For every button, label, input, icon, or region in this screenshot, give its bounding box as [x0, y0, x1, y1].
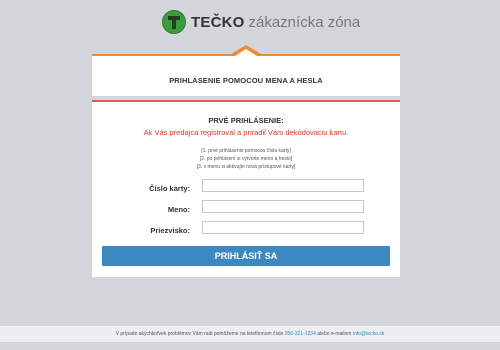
step-item: [2. po prihlásení si vytvorte meno a hes… — [199, 156, 293, 162]
logo-icon — [162, 10, 186, 34]
login-title-card: PRIHLÁSENIE POMOCOU MENA A HESLA — [92, 45, 400, 96]
login-form-card: PRVÉ PRIHLÁSENIE: Ak Vás predajca regist… — [92, 100, 400, 277]
last-name-label: Priezvisko: — [150, 226, 190, 235]
logo: TEČKO zákaznícka zóna — [162, 9, 360, 35]
login-button[interactable]: PRIHLÁSIŤ SA — [102, 246, 390, 266]
footer-text: V prípade akýchkoľvek problémov Vám radi… — [115, 331, 284, 337]
first-login-heading: PRVÉ PRIHLÁSENIE: — [208, 116, 284, 125]
brand-name: TEČKO — [191, 13, 245, 31]
footer-text-middle: alebo e-mailom — [317, 331, 352, 337]
footer-email-link[interactable]: info@tecko.sk — [353, 331, 384, 337]
login-steps: [1. prvé prihlásenie pomocou čísla karty… — [92, 147, 400, 171]
card-number-label: Číslo karty: — [149, 184, 190, 193]
footer: V prípade akýchkoľvek problémov Vám radi… — [0, 326, 500, 342]
step-item: [1. prvé prihlásenie pomocou čísla karty… — [201, 148, 291, 154]
footer-phone-link[interactable]: 056-321-1234 — [285, 331, 316, 337]
login-title: PRIHLÁSENIE POMOCOU MENA A HESLA — [169, 76, 323, 85]
first-login-message: Ak Vás predajca registroval a priradil V… — [143, 128, 349, 137]
card-number-input[interactable] — [202, 179, 364, 192]
step-item: [3. v menu si aktivujte nová prístupové … — [196, 164, 296, 170]
first-name-label: Meno: — [167, 205, 190, 214]
first-name-input[interactable] — [202, 200, 364, 213]
last-name-input[interactable] — [202, 221, 364, 234]
brand-subtitle: zákaznícka zóna — [248, 13, 361, 31]
